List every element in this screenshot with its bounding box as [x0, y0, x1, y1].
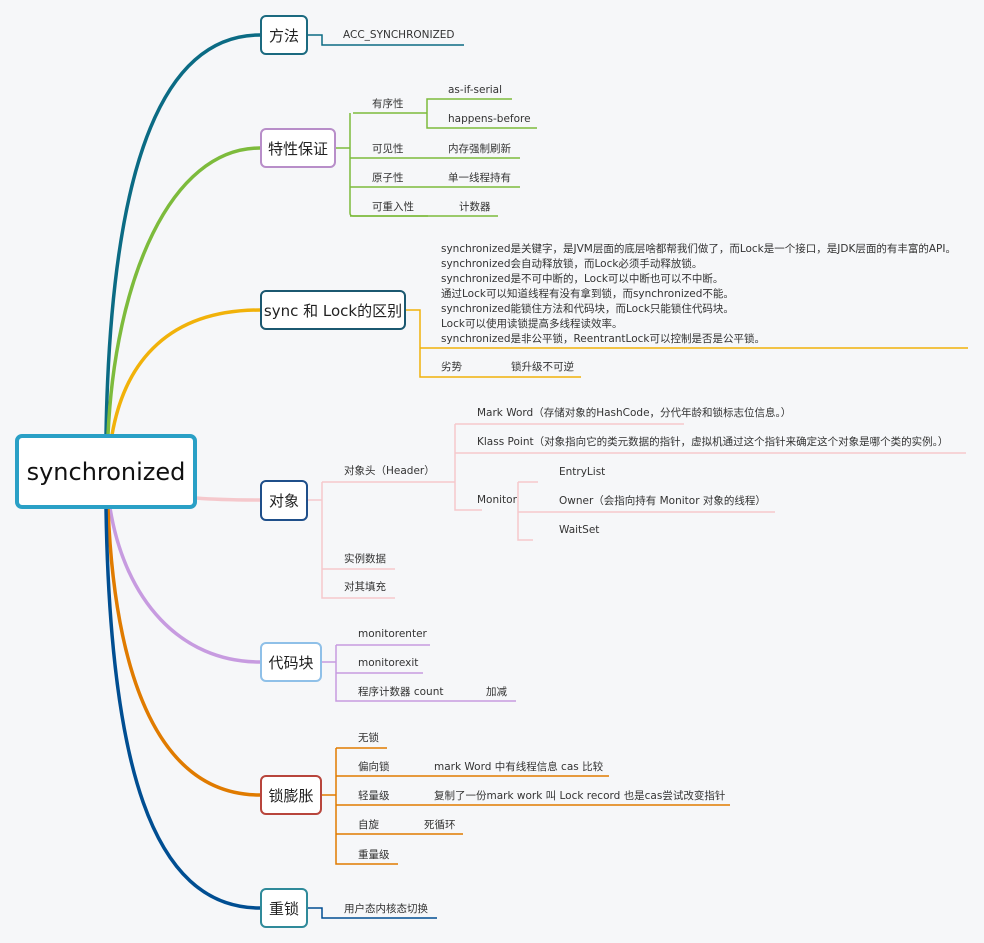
node-features-label: 特性保证: [267, 139, 328, 158]
node-sync-vs-lock[interactable]: sync 和 Lock的区别: [260, 290, 406, 330]
leaf-waitset[interactable]: WaitSet: [559, 523, 599, 537]
leaf-visibility[interactable]: 可见性: [372, 142, 404, 156]
leaf-lightweight-detail[interactable]: 复制了一份mark work 叫 Lock record 也是cas尝试改变指针: [434, 789, 725, 803]
diff-line: Lock可以使用读锁提高多线程读效率。: [441, 318, 623, 330]
node-method-label: 方法: [268, 26, 299, 45]
leaf-weakness[interactable]: 劣势: [441, 360, 462, 374]
node-object-label: 对象: [268, 492, 299, 510]
root-node[interactable]: synchronized: [15, 434, 197, 509]
leaf-weakness-detail[interactable]: 锁升级不可逆: [511, 360, 574, 374]
node-heavy-lock[interactable]: 重锁: [260, 888, 308, 928]
leaf-heavyweight[interactable]: 重量级: [358, 848, 390, 862]
leaf-atomicity[interactable]: 原子性: [372, 171, 404, 185]
leaf-instance-data[interactable]: 实例数据: [344, 552, 386, 566]
leaf-monitorenter[interactable]: monitorenter: [358, 627, 427, 641]
leaf-counter-detail[interactable]: 加减: [486, 685, 507, 699]
leaf-visibility-detail[interactable]: 内存强制刷新: [448, 142, 511, 156]
root-label: synchronized: [26, 457, 186, 486]
node-features[interactable]: 特性保证: [260, 128, 336, 168]
leaf-no-lock[interactable]: 无锁: [358, 731, 379, 745]
curve-object: [195, 496, 261, 502]
leaf-monitorexit[interactable]: monitorexit: [358, 656, 418, 670]
curve-heavy: [104, 507, 261, 910]
leaf-klass-point[interactable]: Klass Point（对象指向它的类元数据的指针，虚拟机通过这个指针来确定这个…: [477, 435, 948, 449]
node-codeblock-label: 代码块: [268, 653, 314, 672]
leaf-ordering[interactable]: 有序性: [372, 97, 404, 111]
leaf-mode-switch[interactable]: 用户态内核态切换: [344, 902, 428, 916]
leaf-owner[interactable]: Owner（会指向持有 Monitor 对象的线程）: [559, 494, 766, 508]
diff-line: synchronized是不可中断的，Lock可以中断也可以不中断。: [441, 273, 724, 285]
curve-codeblock: [108, 507, 261, 664]
leaf-atomicity-detail[interactable]: 单一线程持有: [448, 171, 511, 185]
leaf-as-if-serial[interactable]: as-if-serial: [448, 83, 502, 97]
leaf-biased[interactable]: 偏向锁: [358, 760, 390, 774]
node-codeblock[interactable]: 代码块: [260, 642, 322, 682]
leaf-acc-synchronized[interactable]: ACC_SYNCHRONIZED: [343, 28, 455, 42]
leaf-spin[interactable]: 自旋: [358, 818, 379, 832]
diff-line: synchronized能锁住方法和代码块，而Lock只能锁住代码块。: [441, 303, 734, 315]
diff-line: synchronized是关键字，是JVM层面的底层啥都帮我们做了，而Lock是…: [441, 243, 956, 255]
diff-line: synchronized会自动释放锁，而Lock必须手动释放锁。: [441, 258, 703, 270]
diff-line: synchronized是非公平锁，ReentrantLock可以控制是否是公平…: [441, 333, 765, 345]
node-lock-inflation[interactable]: 锁膨胀: [260, 775, 322, 815]
leaf-lightweight[interactable]: 轻量级: [358, 789, 390, 803]
leaf-monitor[interactable]: Monitor: [477, 493, 517, 507]
leaf-padding[interactable]: 对其填充: [344, 580, 386, 594]
node-inflation-label: 锁膨胀: [268, 786, 314, 805]
node-object[interactable]: 对象: [260, 480, 308, 521]
node-diff-label: sync 和 Lock的区别: [263, 301, 403, 320]
leaf-entrylist[interactable]: EntryList: [559, 465, 605, 479]
node-method[interactable]: 方法: [260, 15, 308, 55]
leaf-program-counter[interactable]: 程序计数器 count: [358, 685, 443, 699]
leaf-object-header[interactable]: 对象头（Header）: [344, 464, 435, 478]
diff-line: 通过Lock可以知道线程有没有拿到锁，而synchronized不能。: [441, 288, 734, 300]
leaf-reentrancy-detail[interactable]: 计数器: [459, 200, 491, 214]
curve-method: [104, 33, 261, 436]
leaf-reentrancy[interactable]: 可重入性: [372, 200, 414, 214]
node-heavy-label: 重锁: [268, 899, 299, 918]
leaf-biased-detail[interactable]: mark Word 中有线程信息 cas 比较: [434, 760, 603, 774]
leaf-spin-detail[interactable]: 死循环: [424, 818, 456, 832]
leaf-happens-before[interactable]: happens-before: [448, 112, 531, 126]
curve-diff: [110, 308, 261, 436]
diff-lines[interactable]: synchronized是关键字，是JVM层面的底层啥都帮我们做了，而Lock是…: [441, 242, 956, 347]
leaf-mark-word[interactable]: Mark Word（存储对象的HashCode，分代年龄和锁标志位信息。）: [477, 406, 791, 420]
